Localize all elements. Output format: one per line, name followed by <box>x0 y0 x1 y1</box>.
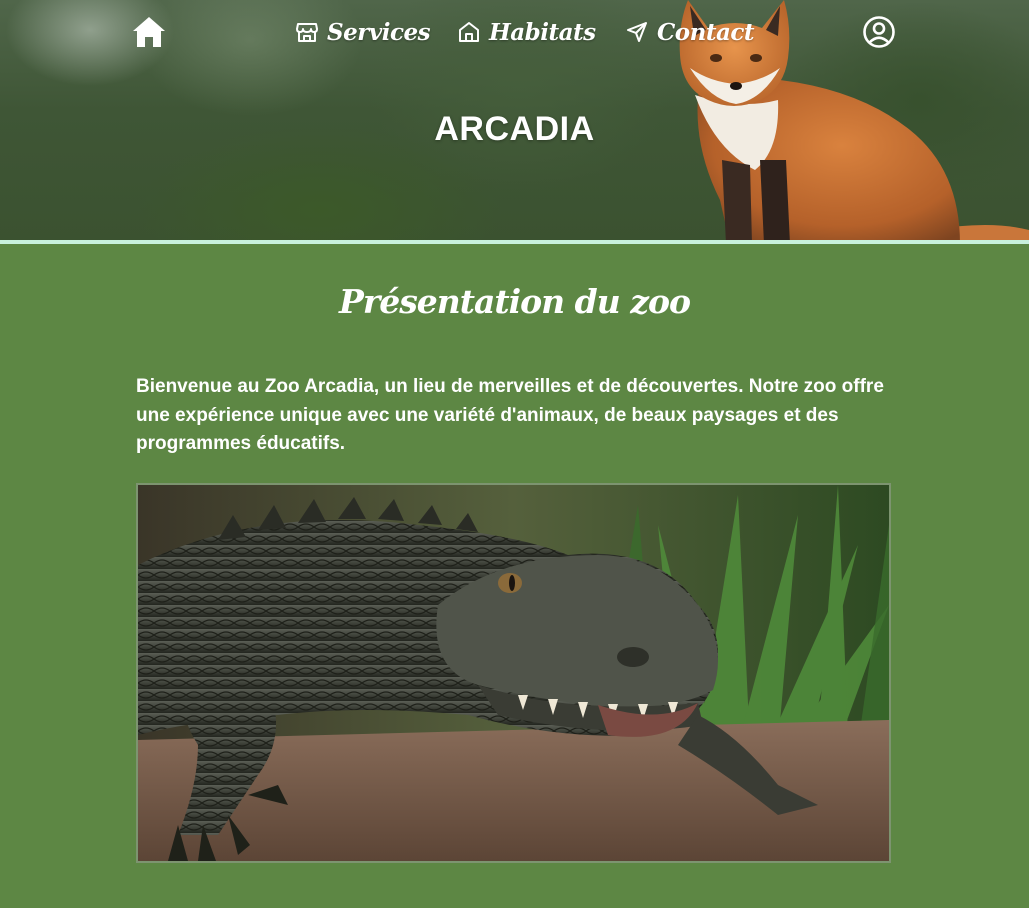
home-link[interactable] <box>131 14 167 50</box>
nav-label-services: Services <box>327 18 431 46</box>
home-icon <box>131 15 167 49</box>
intro-text: Bienvenue au Zoo Arcadia, un lieu de mer… <box>136 376 884 454</box>
site-title: ARCADIA <box>434 110 595 148</box>
nav-item-habitats[interactable]: Habitats <box>457 14 596 50</box>
hero-divider <box>0 240 1029 244</box>
nav-item-services[interactable]: Services <box>295 14 431 50</box>
store-icon <box>295 20 319 44</box>
main-nav: Services Habitats Contact <box>0 0 1029 64</box>
nav-label-habitats: Habitats <box>489 18 596 46</box>
crocodile-photo <box>136 483 891 863</box>
user-circle-icon <box>862 15 896 49</box>
house-icon <box>457 20 481 44</box>
nav-item-contact[interactable]: Contact <box>625 14 755 50</box>
account-button[interactable] <box>862 14 896 50</box>
section-heading: Présentation du zoo <box>339 282 691 321</box>
nav-label-contact: Contact <box>657 18 755 46</box>
send-icon <box>625 20 649 44</box>
hero-header: Services Habitats Contact ARCADIA <box>0 0 1029 244</box>
